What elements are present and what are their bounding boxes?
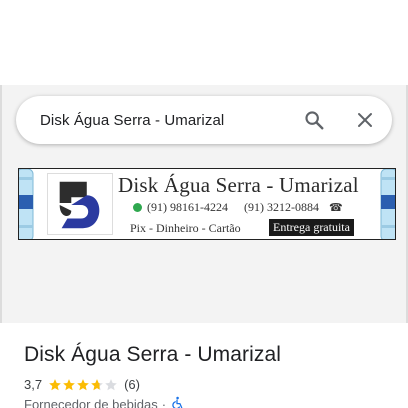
wheelchair-icon [170, 396, 184, 408]
search-bar[interactable]: Disk Água Serra - Umarizal [16, 96, 392, 144]
banner-delivery: Entrega gratuita [269, 219, 354, 236]
rating-stars [48, 378, 118, 392]
water-bottle-image [19, 169, 34, 239]
business-banner: Disk Água Serra - Umarizal (91) 98161-42… [18, 168, 396, 240]
place-info: Disk Água Serra - Umarizal 3,7 (6) Forne… [0, 323, 408, 408]
star-icon [91, 378, 103, 390]
category-row: Fornecedor de bebidas · [24, 396, 184, 408]
close-icon[interactable] [353, 108, 377, 132]
star-icon [63, 378, 75, 390]
banner-title: Disk Água Serra - Umarizal [118, 173, 359, 197]
rating-row[interactable]: 3,7 (6) [24, 377, 140, 392]
star-icon [105, 378, 117, 390]
separator-dot: · [161, 397, 167, 408]
banner-phone-1: (91) 98161-4224 [147, 200, 228, 214]
star-icon [77, 378, 89, 390]
top-area [0, 0, 408, 85]
search-input[interactable]: Disk Água Serra - Umarizal [40, 112, 224, 129]
maps-place-panel: Disk Água Serra - Umarizal Disk Água Ser… [0, 0, 408, 408]
review-count[interactable]: (6) [124, 377, 140, 392]
place-title: Disk Água Serra - Umarizal [24, 343, 281, 366]
company-logo [47, 173, 113, 235]
rating-value: 3,7 [24, 377, 43, 392]
whatsapp-icon [133, 203, 142, 212]
star-icon [49, 378, 61, 390]
water-bottle-image [380, 169, 395, 239]
search-icon[interactable] [302, 108, 326, 132]
banner-payments: Pix - Dinheiro - Cartão [130, 221, 241, 235]
banner-phone-2: (91) 3212-0884 [244, 200, 319, 214]
telephone-icon: ☎ [329, 202, 343, 214]
banner-phones: (91) 98161-4224 (91) 3212-0884 ☎ [133, 200, 343, 215]
place-category[interactable]: Fornecedor de bebidas [24, 397, 158, 408]
